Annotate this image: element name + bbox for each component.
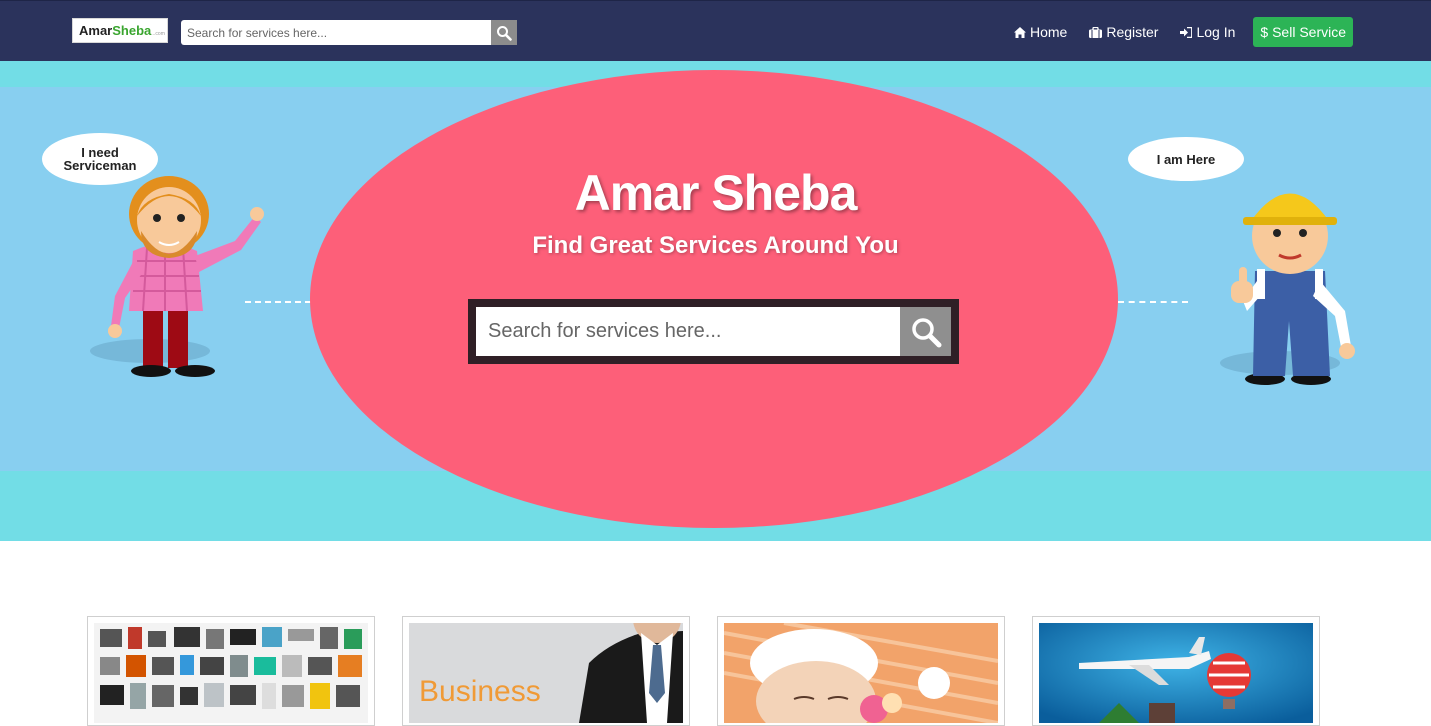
nav-home-link[interactable]: Home [1013,24,1068,40]
search-icon [497,25,512,41]
dashed-connector-right [1118,301,1188,303]
logo-text-sheba: Sheba [112,23,152,38]
service-card-appliances[interactable] [87,616,375,726]
top-navbar: AmarSheba...com Home Register [0,0,1431,61]
beauty-image [724,623,998,723]
nav-login-label: Log In [1196,24,1236,40]
hero-subtitle: Find Great Services Around You [532,232,899,259]
nav-home-label: Home [1029,24,1068,40]
navbar-search [181,20,517,45]
navbar-search-input[interactable] [181,20,491,45]
appliances-image [94,623,368,723]
travel-image [1039,623,1313,723]
service-card-beauty[interactable] [717,616,1005,726]
site-logo[interactable]: AmarSheba...com [72,18,168,43]
business-image: Business [409,623,683,723]
business-card-caption: Business [419,675,541,708]
hero-title: Amar Sheba [574,165,858,221]
nav-register-link[interactable]: Register [1089,24,1158,40]
navbar-search-button[interactable] [491,20,517,45]
hero-search-button[interactable] [900,307,951,356]
hero-search-box [468,299,959,364]
navbar-links: Home Register Log In $ Sell Service [992,17,1353,47]
logo-text-amar: Amar [79,23,113,38]
nav-register-label: Register [1106,24,1159,40]
sell-service-button[interactable]: $ Sell Service [1253,17,1353,47]
search-icon [911,317,941,347]
sign-in-icon [1180,26,1193,38]
logo-text-com: ...com [151,31,165,37]
service-card-business[interactable]: Business [402,616,690,726]
service-card-travel[interactable] [1032,616,1320,726]
hero-section: I need Serviceman I am Here Amar Sheba F… [0,61,1431,541]
hero-search-input[interactable] [476,307,900,356]
nav-login-link[interactable]: Log In [1180,24,1235,40]
home-icon [1013,26,1026,38]
briefcase-icon [1089,26,1103,38]
